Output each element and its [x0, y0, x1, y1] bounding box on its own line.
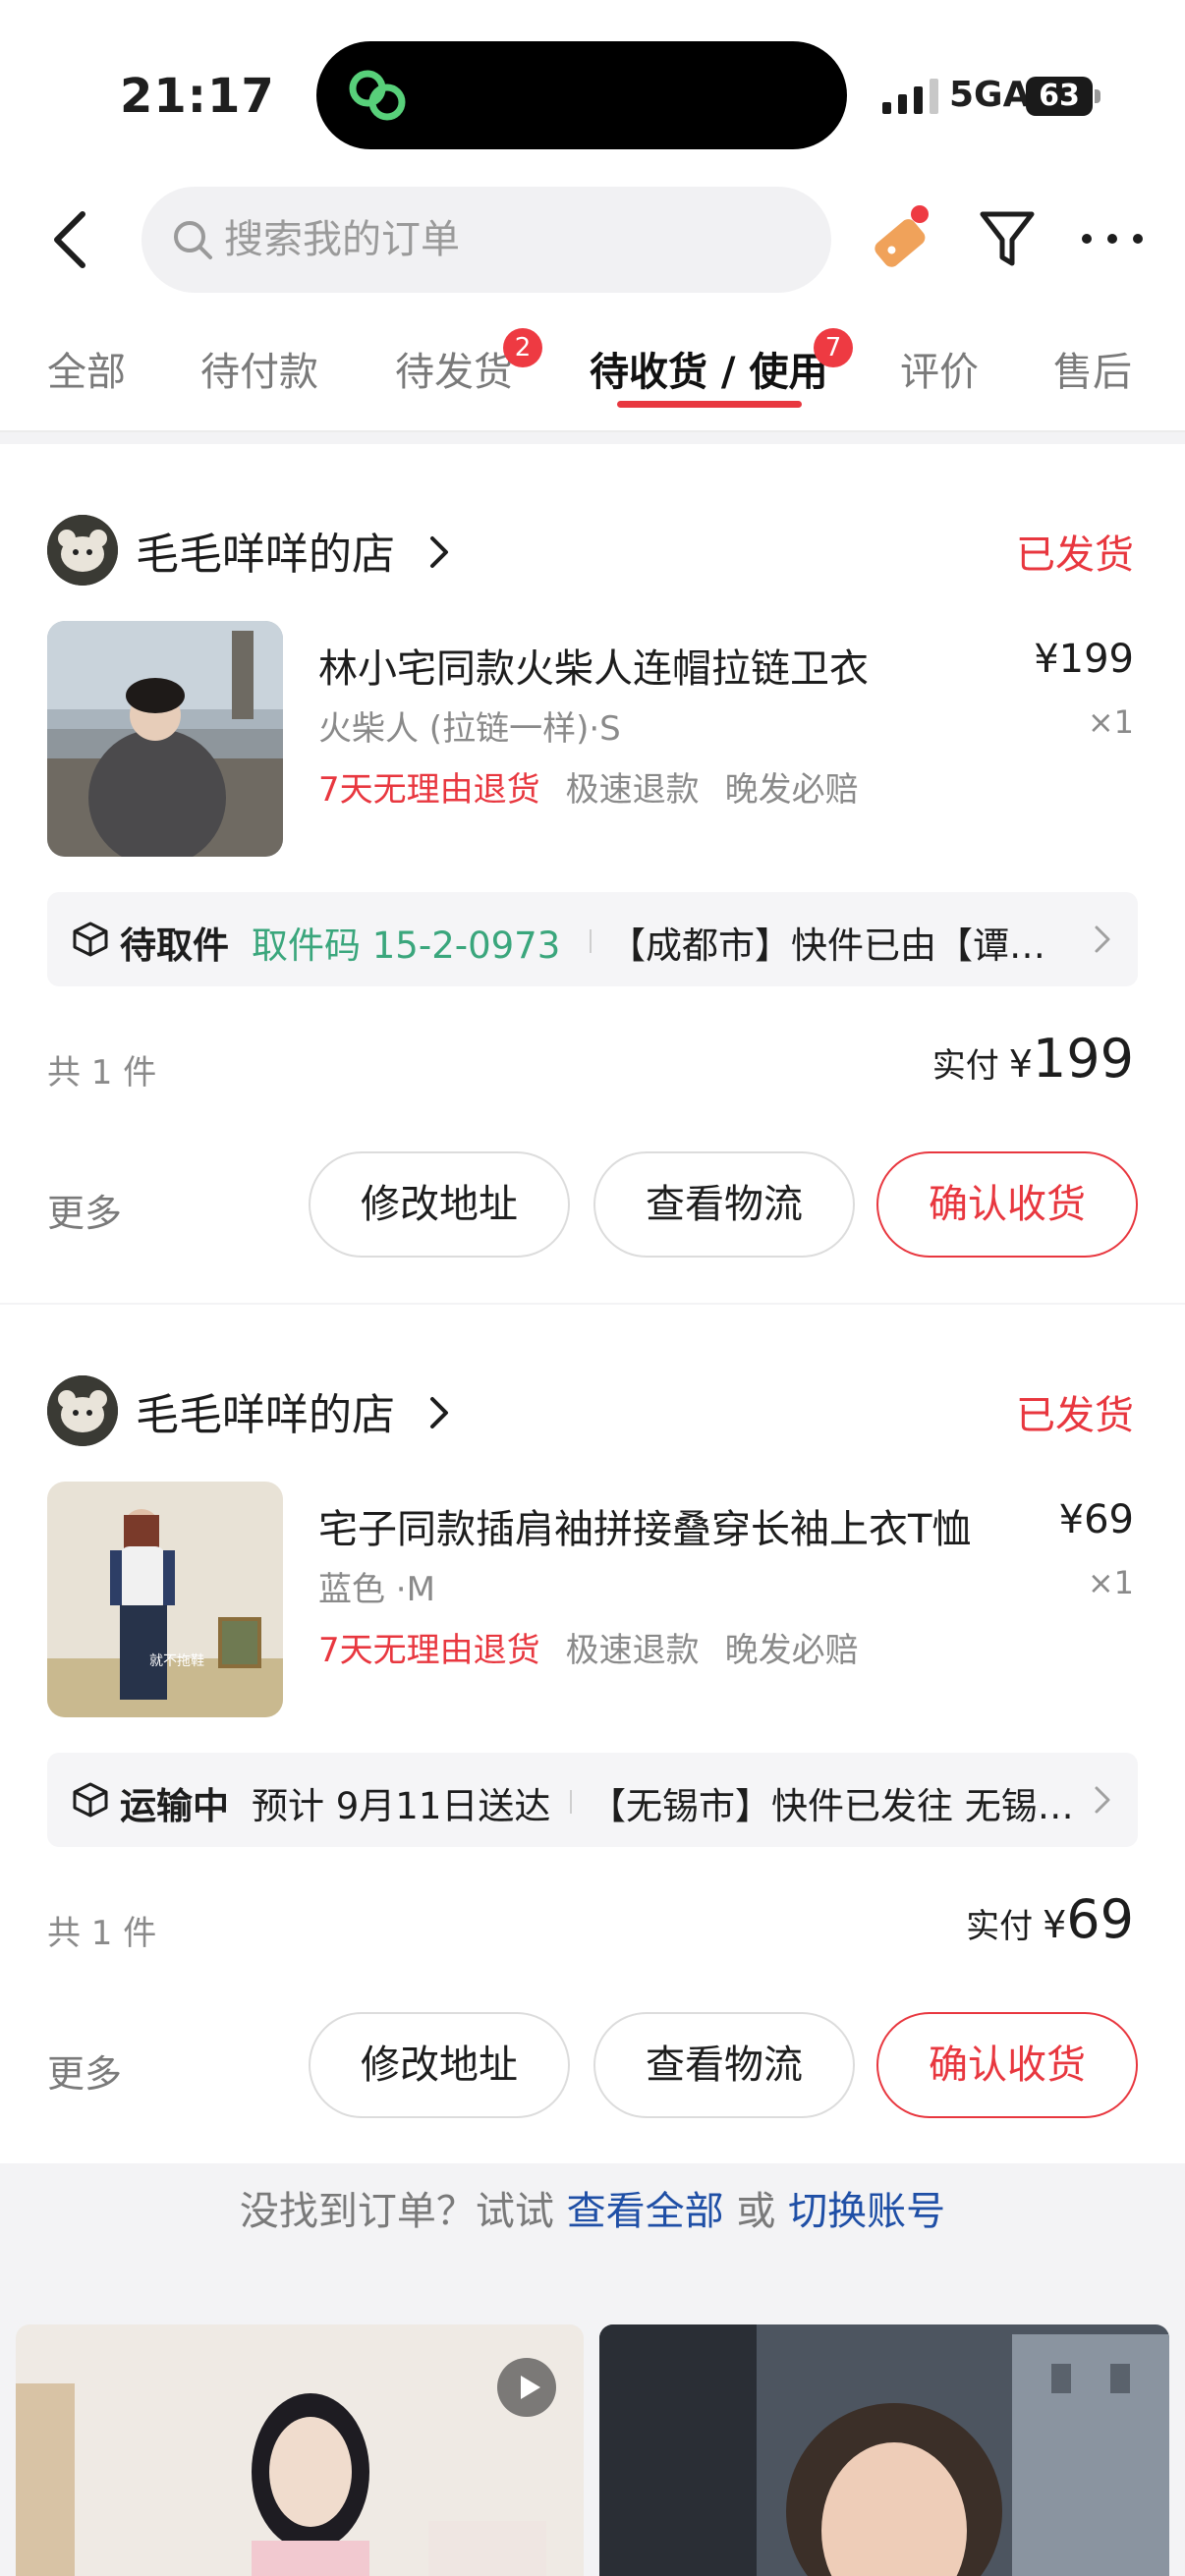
tag-late-compensation: 晚发必赔 [724, 770, 859, 810]
tab-pending-payment[interactable]: 待付款 [200, 340, 318, 397]
logistics-bar[interactable]: 运输中 预计 9月11日送达 【无锡市】快件已发往 无锡… [47, 1753, 1138, 1847]
paid-label: 实付 [966, 1907, 1034, 1946]
feed-card[interactable] [16, 2324, 584, 2576]
paid-currency: ¥ [1008, 1042, 1033, 1086]
view-logistics-button[interactable]: 查看物流 [593, 1151, 855, 1258]
tab-badge-pending-receipt: 7 [814, 328, 853, 367]
shop-name[interactable]: 毛毛咩咩的店 [136, 1379, 395, 1442]
service-tags: 7天无理由退货 极速退款 晚发必赔 [318, 762, 859, 811]
chevron-right-icon [1095, 1786, 1110, 1814]
product-image[interactable]: 就不拖鞋 [47, 1482, 283, 1717]
hint-or: 或 [736, 2189, 776, 2234]
delivery-eta: 预计 9月11日送达 [252, 1785, 551, 1827]
paid-currency: ¥ [1043, 1903, 1067, 1946]
battery-level: 63 [1039, 79, 1080, 113]
paid-amount: 实付 ¥199 [932, 1028, 1134, 1090]
logistics-bar[interactable]: 待取件 取件码 15-2-0973 【成都市】快件已由【谭红… [47, 892, 1138, 986]
product-title[interactable]: 林小宅同款火柴人连帽拉链卫衣 [318, 637, 869, 694]
confirm-receipt-button[interactable]: 确认收货 [876, 2012, 1138, 2118]
not-found-hint: 没找到订单？试试 查看全部 或 切换账号 [0, 2179, 1185, 2236]
product-title[interactable]: 宅子同款插肩袖拼接叠穿长袖上衣T恤 [318, 1497, 971, 1554]
chevron-right-icon [430, 1397, 448, 1428]
product-sku: 火柴人 (拉链一样)·S [318, 709, 621, 749]
product-image[interactable] [47, 621, 283, 857]
order-tabs: 全部 待付款 待发货 2 待收货 / 使用 7 评价 售后 [0, 305, 1185, 432]
top-bar [0, 177, 1185, 305]
switch-account-link[interactable]: 切换账号 [788, 2189, 945, 2234]
divider [570, 1790, 572, 1814]
logistics-status: 运输中 [120, 1785, 229, 1827]
confirm-receipt-button[interactable]: 确认收货 [876, 1151, 1138, 1258]
product-qty: ×1 [1087, 703, 1134, 741]
more-button[interactable]: 更多 [47, 2044, 122, 2098]
tag-fast-refund: 极速退款 [565, 1631, 700, 1670]
tab-pending-receipt[interactable]: 待收货 / 使用 [590, 340, 827, 397]
more-button[interactable]: 更多 [47, 1183, 122, 1237]
view-logistics-button[interactable]: 查看物流 [593, 2012, 855, 2118]
item-count: 共 1 件 [47, 1914, 157, 1953]
chevron-right-icon [1095, 925, 1110, 953]
order-status: 已发货 [1016, 1393, 1134, 1438]
service-tags: 7天无理由退货 极速退款 晚发必赔 [318, 1623, 859, 1671]
search-input[interactable] [224, 187, 814, 293]
dynamic-island [316, 41, 847, 149]
order-card[interactable]: 毛毛咩咩的店 已发货 林小宅同款火柴人连帽拉链卫衣 ¥199 火柴人 (拉链一样… [0, 444, 1185, 1303]
signal-icon [882, 79, 938, 114]
modify-address-button[interactable]: 修改地址 [309, 2012, 570, 2118]
shop-name[interactable]: 毛毛咩咩的店 [136, 519, 395, 582]
product-qty: ×1 [1087, 1564, 1134, 1601]
package-icon [73, 1782, 108, 1818]
paid-label: 实付 [931, 1046, 999, 1086]
tab-review[interactable]: 评价 [900, 340, 979, 397]
product-price: ¥199 [1034, 637, 1134, 682]
pickup-code: 取件码 15-2-0973 [252, 924, 561, 967]
tag-fast-refund: 极速退款 [565, 770, 700, 810]
more-icon[interactable] [1077, 224, 1148, 253]
search-icon [174, 221, 212, 259]
status-time: 21:17 [120, 69, 275, 124]
network-type: 5GA [949, 75, 1031, 115]
view-all-link[interactable]: 查看全部 [567, 2189, 724, 2234]
paid-value: 69 [1066, 1888, 1134, 1950]
paid-value: 199 [1032, 1028, 1134, 1090]
shop-avatar[interactable] [47, 1375, 118, 1446]
tab-pending-shipment[interactable]: 待发货 [395, 340, 513, 397]
search-bar[interactable] [141, 187, 831, 293]
order-card[interactable]: 毛毛咩咩的店 已发货 就不拖鞋 宅子同款插肩袖拼接叠穿长袖上衣T恤 ¥69 蓝色… [0, 1305, 1185, 2163]
chevron-right-icon [430, 536, 448, 568]
tab-badge-pending-shipment: 2 [503, 328, 542, 367]
image-caption: 就不拖鞋 [149, 1653, 204, 1669]
filter-icon[interactable] [977, 204, 1038, 273]
tab-active-indicator [617, 401, 802, 408]
tab-all[interactable]: 全部 [47, 340, 126, 397]
tab-after-sales[interactable]: 售后 [1053, 340, 1132, 397]
divider [590, 929, 592, 953]
item-count: 共 1 件 [47, 1053, 157, 1092]
order-status: 已发货 [1016, 532, 1134, 578]
logistics-message: 【无锡市】快件已发往 无锡… [590, 1785, 1074, 1827]
tag-return: 7天无理由退货 [318, 1631, 540, 1670]
modify-address-button[interactable]: 修改地址 [309, 1151, 570, 1258]
back-icon[interactable] [43, 204, 102, 275]
logistics-message: 【成都市】快件已由【谭红… [609, 924, 1081, 967]
paid-amount: 实付 ¥69 [966, 1888, 1134, 1950]
product-price: ¥69 [1058, 1497, 1134, 1542]
play-icon[interactable] [497, 2358, 556, 2417]
hint-prefix: 没找到订单？试试 [239, 2189, 554, 2234]
logistics-status: 待取件 [120, 924, 229, 967]
battery-icon: 63 [1026, 77, 1100, 116]
package-icon [73, 922, 108, 957]
tag-late-compensation: 晚发必赔 [724, 1631, 859, 1670]
product-sku: 蓝色 ·M [318, 1570, 435, 1609]
link-icon [349, 70, 406, 121]
feed-card[interactable] [599, 2324, 1169, 2576]
tag-return: 7天无理由退货 [318, 770, 540, 810]
status-bar: 21:17 5GA 63 [0, 0, 1185, 177]
shop-avatar[interactable] [47, 515, 118, 586]
coupon-icon[interactable] [861, 198, 939, 277]
